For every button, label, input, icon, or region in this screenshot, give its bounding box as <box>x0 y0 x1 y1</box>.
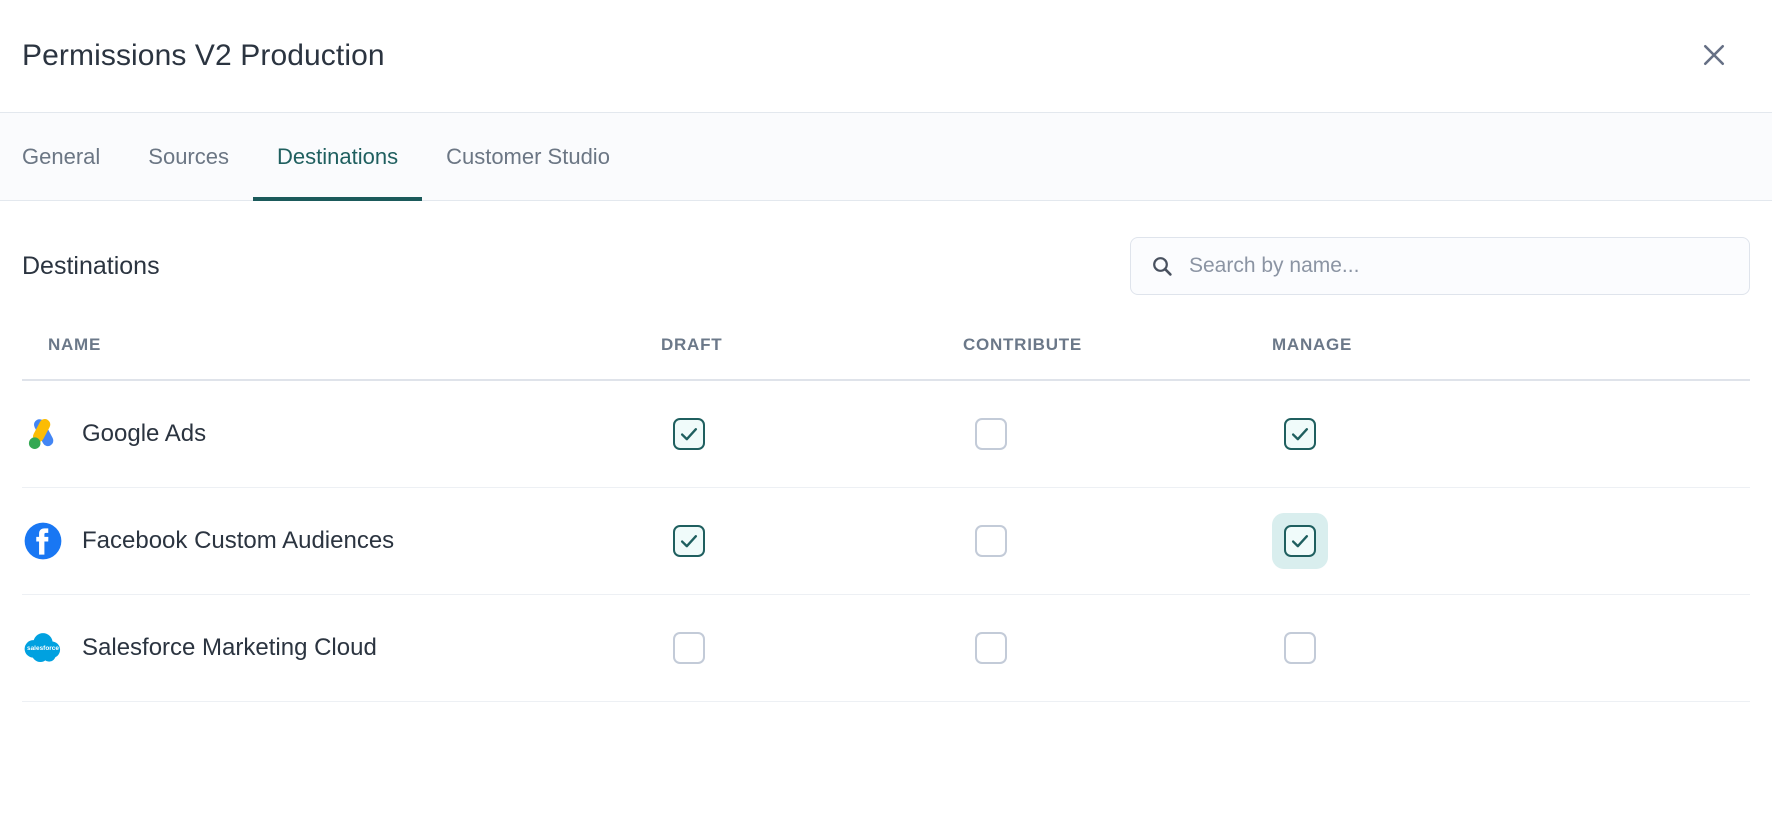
checkbox-unchecked-icon <box>975 632 1007 664</box>
cell-name: salesforce Salesforce Marketing Cloud <box>22 595 661 702</box>
search-container <box>1130 237 1750 295</box>
google-ads-logo-icon <box>22 413 64 455</box>
cell-draft <box>661 488 963 595</box>
tab-bar: General Sources Destinations Customer St… <box>0 113 1772 201</box>
tab-label: General <box>22 144 100 170</box>
destinations-panel: Destinations NAME DRAFT CONTRIBUTE MANAG… <box>0 201 1772 702</box>
checkbox-checked-icon <box>1284 525 1316 557</box>
cell-contribute <box>963 488 1272 595</box>
checkbox-unchecked-icon <box>975 525 1007 557</box>
close-button[interactable] <box>1692 34 1736 78</box>
cell-manage <box>1272 595 1750 702</box>
cell-contribute <box>963 380 1272 488</box>
cell-contribute <box>963 595 1272 702</box>
checkbox-manage[interactable] <box>1272 620 1328 676</box>
column-header-contribute: CONTRIBUTE <box>963 335 1272 380</box>
tab-general[interactable]: General <box>22 113 124 200</box>
column-header-manage: MANAGE <box>1272 335 1750 380</box>
tab-label: Sources <box>148 144 229 170</box>
section-title: Destinations <box>22 252 160 281</box>
checkbox-checked-icon <box>673 525 705 557</box>
tab-label: Destinations <box>277 144 398 170</box>
table-body: Google Ads <box>22 380 1750 702</box>
checkbox-draft[interactable] <box>661 620 717 676</box>
destinations-table: NAME DRAFT CONTRIBUTE MANAGE <box>22 335 1750 702</box>
search-input[interactable] <box>1130 237 1750 295</box>
modal-header: Permissions V2 Production <box>0 0 1772 113</box>
checkbox-draft[interactable] <box>661 406 717 462</box>
checkbox-contribute[interactable] <box>963 620 1019 676</box>
checkbox-manage[interactable] <box>1272 513 1328 569</box>
destination-name: Google Ads <box>82 420 206 448</box>
table-row: Facebook Custom Audiences <box>22 488 1750 595</box>
cell-name: Facebook Custom Audiences <box>22 488 661 595</box>
svg-text:salesforce: salesforce <box>27 645 59 652</box>
checkbox-contribute[interactable] <box>963 406 1019 462</box>
destination-name: Salesforce Marketing Cloud <box>82 634 377 662</box>
salesforce-logo-icon: salesforce <box>22 627 64 669</box>
column-header-draft: DRAFT <box>661 335 963 380</box>
section-header: Destinations <box>22 201 1750 295</box>
tab-label: Customer Studio <box>446 144 610 170</box>
tab-customer-studio[interactable]: Customer Studio <box>422 113 634 200</box>
table-header: NAME DRAFT CONTRIBUTE MANAGE <box>22 335 1750 380</box>
tab-destinations[interactable]: Destinations <box>253 113 422 200</box>
checkbox-draft[interactable] <box>661 513 717 569</box>
destination-name: Facebook Custom Audiences <box>82 527 394 555</box>
checkbox-checked-icon <box>673 418 705 450</box>
cell-manage <box>1272 488 1750 595</box>
table-row: salesforce Salesforce Marketing Cloud <box>22 595 1750 702</box>
checkbox-unchecked-icon <box>1284 632 1316 664</box>
cell-draft <box>661 380 963 488</box>
table-header-row: NAME DRAFT CONTRIBUTE MANAGE <box>22 335 1750 380</box>
page-title: Permissions V2 Production <box>22 41 385 71</box>
cell-manage <box>1272 380 1750 488</box>
column-header-name: NAME <box>22 335 661 380</box>
checkbox-unchecked-icon <box>673 632 705 664</box>
cell-name: Google Ads <box>22 380 661 488</box>
checkbox-contribute[interactable] <box>963 513 1019 569</box>
cell-draft <box>661 595 963 702</box>
tab-sources[interactable]: Sources <box>124 113 253 200</box>
close-icon <box>1699 40 1729 73</box>
checkbox-checked-icon <box>1284 418 1316 450</box>
checkbox-manage[interactable] <box>1272 406 1328 462</box>
facebook-logo-icon <box>22 520 64 562</box>
checkbox-unchecked-icon <box>975 418 1007 450</box>
table-row: Google Ads <box>22 380 1750 488</box>
